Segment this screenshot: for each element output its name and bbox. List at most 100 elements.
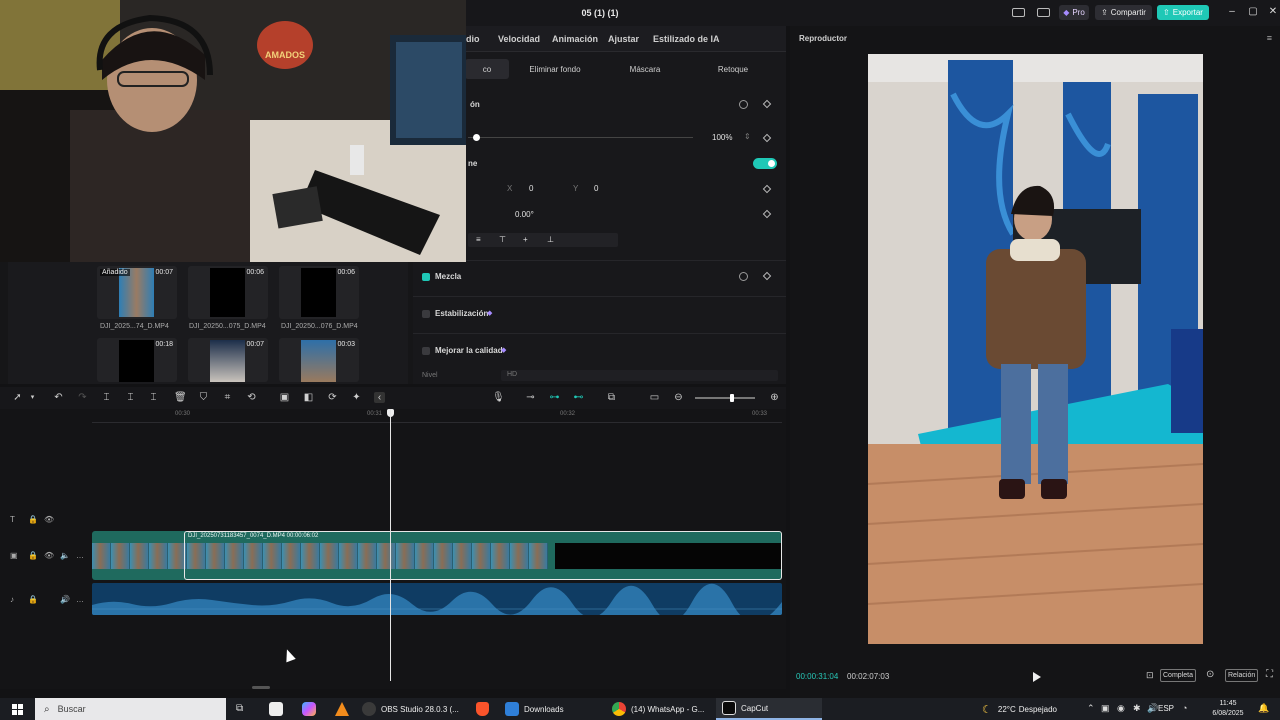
media-item[interactable]: 00:06 <box>188 266 268 319</box>
chevron-down-icon[interactable]: ▾ <box>27 392 38 403</box>
taskbar-search[interactable]: ⌕ Buscar <box>35 698 226 720</box>
playhead[interactable] <box>390 409 391 681</box>
align-middle-icon[interactable]: + <box>523 235 528 244</box>
scale-value[interactable]: 100% <box>712 133 732 142</box>
redo-icon[interactable]: ↷ <box>77 392 88 403</box>
crop-icon[interactable]: ⌗ <box>222 392 233 403</box>
media-item[interactable]: 00:06 <box>279 266 359 319</box>
timeline-ruler[interactable]: 00:30 00:31 00:32 00:33 <box>92 409 782 423</box>
volume-icon[interactable]: 🔊 <box>60 595 70 604</box>
layout-icon[interactable] <box>1012 8 1025 17</box>
tab-speed[interactable]: Velocidad <box>498 34 540 44</box>
mirror-icon[interactable]: ◧ <box>303 392 314 403</box>
link-icon[interactable]: ⊸ <box>525 392 536 403</box>
lang-indicator[interactable]: ESP <box>1158 704 1174 713</box>
uniform-scale-toggle[interactable] <box>753 158 777 169</box>
subtab-mask[interactable]: Máscara <box>603 59 687 79</box>
play-icon[interactable] <box>1033 672 1041 682</box>
marker-icon[interactable]: ⛉ <box>198 392 209 403</box>
split-right-icon[interactable]: ⌶ <box>148 392 159 403</box>
tab-audio[interactable]: dio <box>466 34 480 44</box>
scale-stepper-icon[interactable]: ⇕ <box>744 132 751 141</box>
scale-slider-handle[interactable] <box>473 134 480 141</box>
zoom-slider-handle[interactable] <box>730 394 734 402</box>
lock-icon[interactable]: 🔒 <box>28 551 38 560</box>
image-icon[interactable]: ▣ <box>279 392 290 403</box>
zoom-out-icon[interactable]: ⊖ <box>673 392 684 403</box>
taskbar-app-icon[interactable] <box>269 702 283 716</box>
media-item[interactable]: 00:18 <box>97 338 177 382</box>
tab-ai-style[interactable]: Estilizado de IA <box>653 34 720 44</box>
rotate-icon[interactable]: ⟳ <box>327 392 338 403</box>
media-item[interactable]: 00:07 <box>188 338 268 382</box>
level-select[interactable]: HD <box>501 370 778 381</box>
maximize-icon[interactable]: ▢ <box>1247 6 1259 18</box>
undo-icon[interactable]: ↶ <box>53 392 64 403</box>
preview-axis-icon[interactable]: ⧉ <box>606 392 617 403</box>
tab-animation[interactable]: Animación <box>552 34 598 44</box>
delete-icon[interactable]: 🗑 <box>174 392 187 403</box>
media-item[interactable]: Añadido 00:07 <box>97 266 177 319</box>
caption-icon[interactable]: ▭ <box>649 392 660 403</box>
keyframe-icon[interactable] <box>762 99 772 109</box>
lock-icon[interactable]: 🔒 <box>28 515 38 524</box>
pro-button[interactable]: ◆ Pro <box>1059 5 1089 20</box>
position-keyframe-icon[interactable] <box>762 184 772 194</box>
copilot-icon[interactable] <box>302 702 316 716</box>
shortcuts-icon[interactable] <box>1037 8 1050 17</box>
volume-icon[interactable]: 🔊 <box>1147 703 1158 714</box>
fullscreen-preview-icon[interactable]: ⊡ <box>1146 670 1154 681</box>
lock-icon[interactable]: 🔒 <box>28 595 38 604</box>
taskbar-app-capcut[interactable]: CapCut <box>716 698 822 720</box>
selected-clip-outline[interactable] <box>184 531 782 580</box>
subtab-retouch[interactable]: Retoque <box>691 59 775 79</box>
full-quality-button[interactable]: Completa <box>1160 669 1196 682</box>
mix-keyframe-icon[interactable] <box>762 271 772 281</box>
rotation-input[interactable]: 0.00° <box>515 210 534 219</box>
ai-icon[interactable]: ✦ <box>351 392 362 403</box>
position-y-input[interactable]: 0 <box>594 184 598 193</box>
freeze-icon[interactable]: ⟲ <box>246 392 257 403</box>
more-icon[interactable]: … <box>76 551 84 560</box>
export-button[interactable]: ⇧ Exportar <box>1157 5 1209 20</box>
position-x-input[interactable]: 0 <box>529 184 533 193</box>
tray-app-icon[interactable]: ◉ <box>1117 703 1125 714</box>
vlc-icon[interactable] <box>335 702 349 716</box>
fullscreen-icon[interactable]: ⛶ <box>1266 669 1273 680</box>
audio-clip-track[interactable] <box>92 583 782 615</box>
reset-icon[interactable] <box>739 100 748 109</box>
video-preview[interactable] <box>868 54 1203 644</box>
mute-icon[interactable]: 🔈 <box>60 551 70 560</box>
rotation-keyframe-icon[interactable] <box>762 209 772 219</box>
collapse-icon[interactable]: ‹ <box>374 392 385 403</box>
tray-app-icon[interactable]: ▣ <box>1101 703 1110 714</box>
align-right-icon[interactable]: ≡ <box>476 235 481 244</box>
taskbar-app-obs[interactable]: OBS Studio 28.0.3 (... <box>362 698 466 720</box>
mix-reset-icon[interactable] <box>739 272 748 281</box>
zoom-in-icon[interactable]: ⊕ <box>769 392 780 403</box>
timeline-scrollbar[interactable] <box>252 686 270 689</box>
bluetooth-icon[interactable]: ✱ <box>1133 703 1141 714</box>
eye-icon[interactable]: 👁 <box>44 551 54 560</box>
close-icon[interactable]: ✕ <box>1267 6 1279 18</box>
select-cursor-icon[interactable]: ➚ <box>12 392 23 403</box>
mix-checkbox[interactable] <box>422 273 430 281</box>
clock[interactable]: 11:45 6/08/2025 <box>1205 699 1251 719</box>
zoom-slider[interactable] <box>695 394 755 402</box>
scale-keyframe-icon[interactable] <box>762 133 772 143</box>
more-icon[interactable]: … <box>76 595 84 604</box>
align-top-icon[interactable]: ⊤ <box>499 235 506 244</box>
aspect-ratio-button[interactable]: Relación <box>1225 669 1259 682</box>
scale-slider[interactable] <box>468 134 693 141</box>
zoom-fit-icon[interactable]: ⊙ <box>1206 669 1214 680</box>
tab-adjust[interactable]: Ajustar <box>608 34 639 44</box>
subtab-basic[interactable]: co <box>465 59 509 79</box>
notification-icon[interactable]: 🔔 <box>1258 703 1269 714</box>
minimize-icon[interactable]: – <box>1226 6 1238 18</box>
enhance-checkbox[interactable] <box>422 347 430 355</box>
split-icon[interactable]: ⌶ <box>101 392 112 403</box>
weather-widget[interactable]: ☾ 22°C Despejado <box>982 698 1057 720</box>
subtab-remove-bg[interactable]: Eliminar fondo <box>513 59 597 79</box>
chevron-up-icon[interactable]: ⌃ <box>1087 703 1095 714</box>
stabilize-checkbox[interactable] <box>422 310 430 318</box>
